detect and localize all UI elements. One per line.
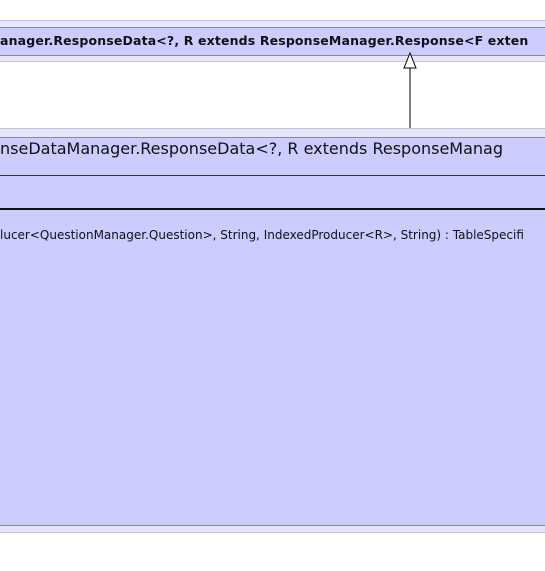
class-title: nseDataManager.ResponseData<?, R extends… <box>0 139 504 158</box>
class-box-outer: nseDataManager.ResponseData<?, R extends… <box>0 128 545 533</box>
methods-separator <box>0 208 545 210</box>
generalization-arrowhead-icon <box>403 51 417 69</box>
method-signature[interactable]: lucer<QuestionManager.Question>, String,… <box>0 228 524 242</box>
class-box[interactable]: nseDataManager.ResponseData<?, R extends… <box>0 137 545 526</box>
attributes-separator <box>0 175 545 176</box>
